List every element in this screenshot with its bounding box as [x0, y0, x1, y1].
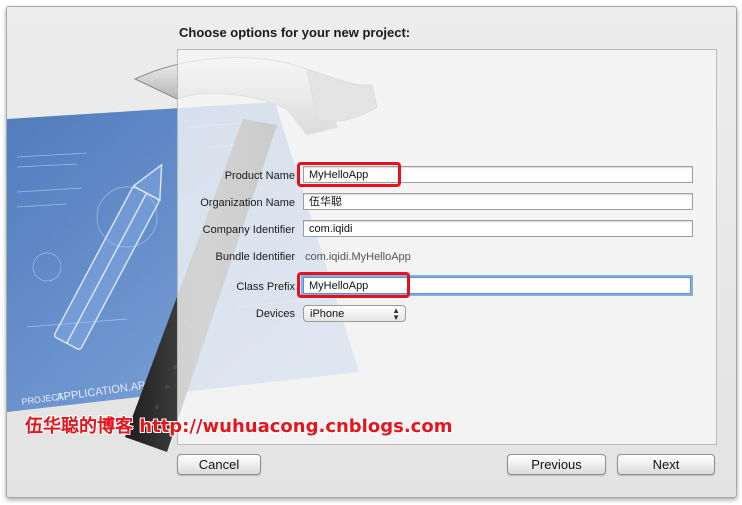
devices-popup[interactable]: iPhone ▲ ▼: [303, 305, 406, 322]
updown-arrows-icon: ▲ ▼: [392, 306, 400, 322]
product-name-label: Product Name: [224, 170, 295, 182]
dialog-title: Choose options for your new project:: [179, 25, 411, 40]
options-panel: [177, 49, 717, 445]
company-identifier-label: Company Identifier: [202, 224, 295, 236]
company-identifier-field[interactable]: com.iqidi: [303, 220, 693, 237]
bundle-identifier-value: com.iqidi.MyHelloApp: [305, 251, 411, 263]
organization-name-field[interactable]: 伍华聪: [303, 193, 693, 210]
class-prefix-highlight: [297, 272, 410, 298]
new-project-dialog: PROJECT APPLICATION.APP Choose options f…: [6, 6, 737, 498]
bundle-identifier-label: Bundle Identifier: [215, 251, 296, 263]
next-button[interactable]: Next: [617, 454, 715, 475]
blog-watermark: 伍华聪的博客 http://wuhuacong.cnblogs.com: [25, 416, 453, 437]
product-name-highlight: [297, 162, 401, 187]
cancel-button[interactable]: Cancel: [177, 454, 261, 475]
devices-selected-value: iPhone: [310, 308, 345, 320]
devices-label: Devices: [255, 308, 295, 320]
class-prefix-label: Class Prefix: [236, 281, 295, 293]
previous-button[interactable]: Previous: [507, 454, 606, 475]
organization-name-label: Organization Name: [200, 197, 295, 209]
